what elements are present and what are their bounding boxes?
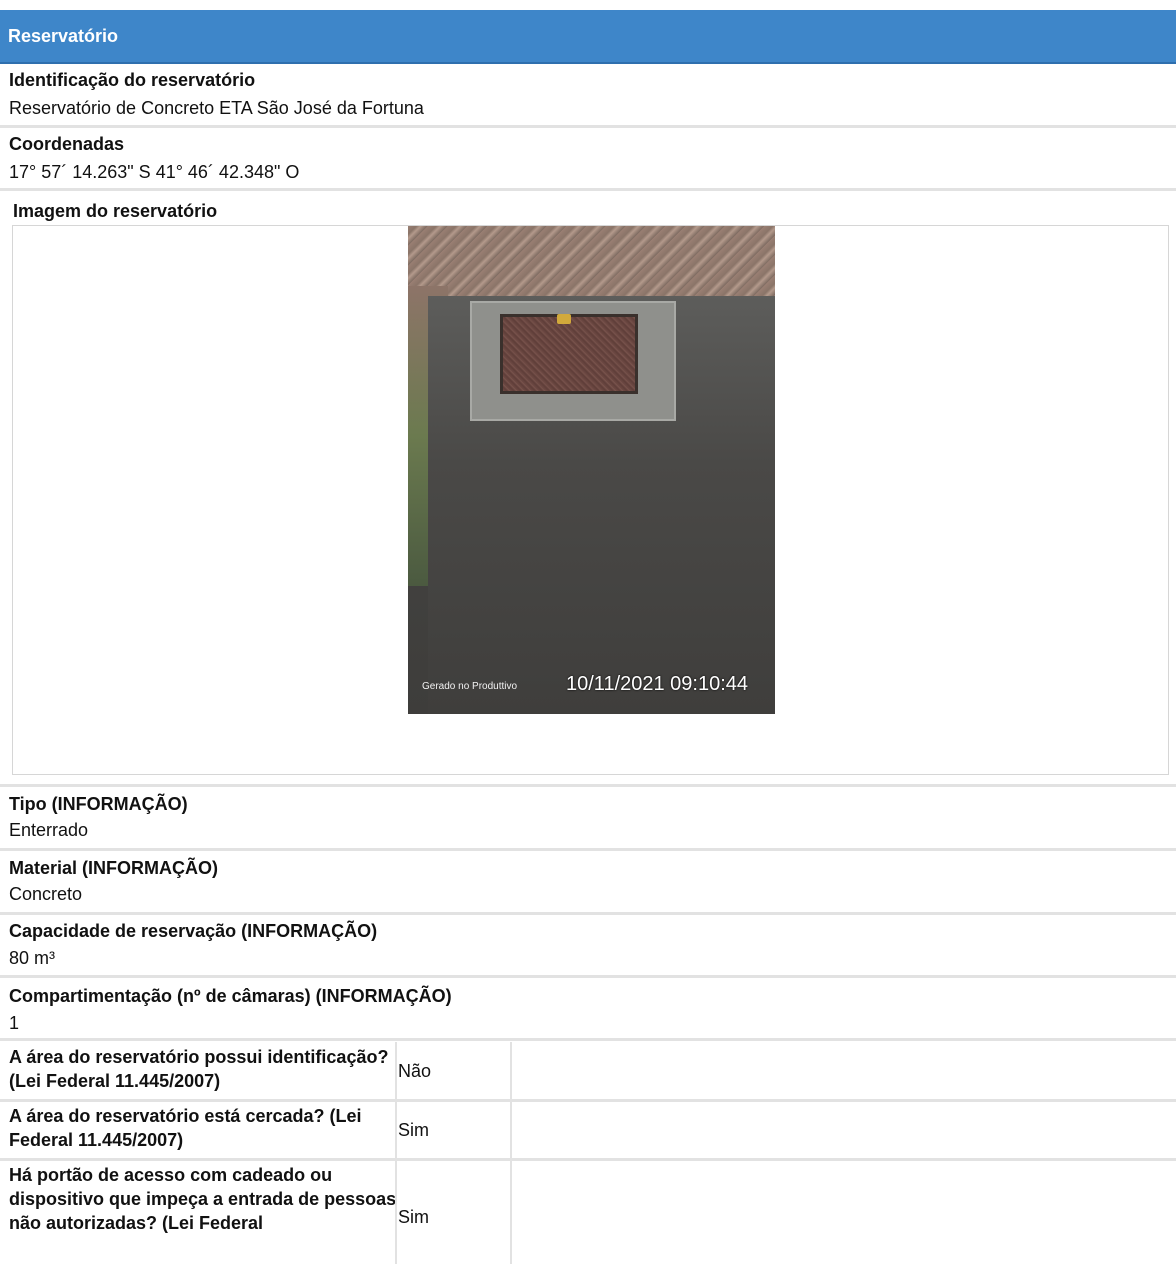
checklist-question: Há portão de acesso com cadeado ou dispo… bbox=[9, 1165, 397, 1233]
divider bbox=[0, 912, 1176, 915]
divider bbox=[0, 125, 1176, 128]
divider bbox=[0, 848, 1176, 851]
checklist-row: Há portão de acesso com cadeado ou dispo… bbox=[0, 1163, 1176, 1263]
field-identificacao: Identificação do reservatório Reservatór… bbox=[0, 68, 1176, 126]
divider bbox=[0, 975, 1176, 978]
divider bbox=[0, 784, 1176, 787]
checklist-answer: Sim bbox=[398, 1207, 429, 1227]
field-value: 17° 57´ 14.263" S 41° 46´ 42.348" O bbox=[9, 162, 300, 182]
divider bbox=[0, 1158, 1176, 1161]
field-value: 80 m³ bbox=[9, 948, 56, 968]
field-label: Tipo (INFORMAÇÃO) bbox=[9, 794, 188, 814]
field-label: Imagem do reservatório bbox=[13, 201, 218, 221]
field-compartimentacao: Compartimentação (nº de câmaras) (INFORM… bbox=[0, 984, 1176, 1038]
photo-ground bbox=[408, 226, 775, 306]
section-title: Reservatório bbox=[8, 26, 119, 46]
checklist-answer: Sim bbox=[398, 1120, 429, 1140]
field-value: Enterrado bbox=[9, 820, 89, 840]
field-capacidade: Capacidade de reservação (INFORMAÇÃO) 80… bbox=[0, 919, 1176, 975]
reservoir-photo[interactable]: Gerado no Produttivo 10/11/2021 09:10:44 bbox=[408, 226, 775, 714]
field-label: Compartimentação (nº de câmaras) (INFORM… bbox=[9, 986, 452, 1006]
checklist-question: A área do reservatório possui identifica… bbox=[9, 1047, 389, 1091]
field-label: Identificação do reservatório bbox=[9, 70, 256, 90]
field-label: Material (INFORMAÇÃO) bbox=[9, 858, 219, 878]
divider bbox=[0, 1099, 1176, 1102]
field-imagem: Imagem do reservatório bbox=[0, 199, 1176, 223]
field-label: Capacidade de reservação (INFORMAÇÃO) bbox=[9, 921, 378, 941]
photo-timestamp: 10/11/2021 09:10:44 bbox=[566, 673, 749, 695]
table-column-divider bbox=[395, 1042, 397, 1264]
table-column-divider bbox=[510, 1042, 512, 1264]
field-value: Concreto bbox=[9, 884, 83, 904]
checklist-row: A área do reservatório está cercada? (Le… bbox=[0, 1104, 1176, 1158]
checklist-row: A área do reservatório possui identifica… bbox=[0, 1043, 1176, 1099]
photo-source-stamp: Gerado no Produttivo bbox=[422, 681, 518, 692]
field-label: Coordenadas bbox=[9, 134, 125, 154]
divider bbox=[0, 188, 1176, 191]
field-value: Reservatório de Concreto ETA São José da… bbox=[9, 98, 424, 118]
field-material: Material (INFORMAÇÃO) Concreto bbox=[0, 856, 1176, 912]
field-coordenadas: Coordenadas 17° 57´ 14.263" S 41° 46´ 42… bbox=[0, 132, 1176, 188]
divider bbox=[0, 1038, 1176, 1041]
report-page: Reservatório Identificação do reservatór… bbox=[0, 0, 1176, 1284]
field-tipo: Tipo (INFORMAÇÃO) Enterrado bbox=[0, 792, 1176, 848]
checklist-answer: Não bbox=[398, 1061, 432, 1081]
section-header: Reservatório bbox=[0, 10, 1176, 64]
field-value: 1 bbox=[9, 1013, 20, 1033]
padlock-icon bbox=[557, 314, 571, 324]
photo-hatch-lid bbox=[500, 314, 638, 394]
checklist-question: A área do reservatório está cercada? (Le… bbox=[9, 1106, 362, 1150]
